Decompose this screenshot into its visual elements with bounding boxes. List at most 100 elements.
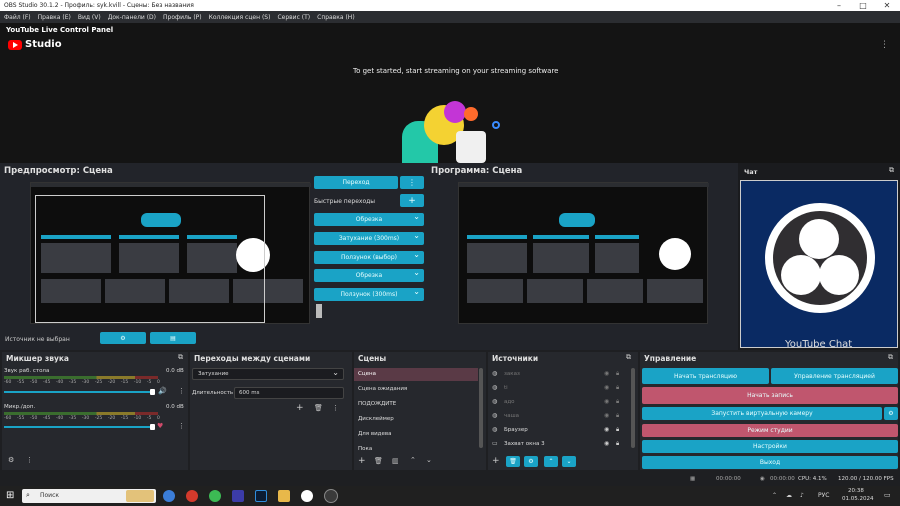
source-item[interactable]: Браузер xyxy=(504,427,528,433)
start-stream-button[interactable]: Начать трансляцию xyxy=(642,368,769,384)
vpn-icon[interactable] xyxy=(232,490,244,502)
menu-docks[interactable]: Док-панели (D) xyxy=(108,14,156,21)
yandex-browser-icon[interactable] xyxy=(301,490,313,502)
controls-float-icon[interactable]: ⧉ xyxy=(888,354,893,361)
source-down-icon[interactable]: ⌄ xyxy=(562,456,576,467)
lock-icon[interactable]: 🔒︎ xyxy=(616,427,619,433)
scene-item-selected[interactable]: Сцена xyxy=(354,368,478,381)
quick-transition-4[interactable]: Обрезка xyxy=(314,268,424,282)
sources-scrollbar[interactable] xyxy=(631,368,635,448)
scene-item[interactable]: Сцена ожидания xyxy=(358,386,407,392)
eye-icon[interactable]: ◉ xyxy=(604,371,609,377)
network-icon[interactable]: ☁ xyxy=(786,492,792,499)
minimize-icon[interactable]: – xyxy=(828,0,850,11)
menu-tools[interactable]: Сервис (T) xyxy=(277,14,310,21)
eye-icon[interactable]: ◉ xyxy=(604,441,609,447)
chrome-icon[interactable] xyxy=(209,490,221,502)
mixer-settings-icon[interactable]: ⚙ xyxy=(8,457,14,464)
lock-icon[interactable]: 🔒︎ xyxy=(616,413,619,419)
menu-view[interactable]: Вид (V) xyxy=(78,14,101,21)
filters-button[interactable]: ▤ xyxy=(150,332,196,344)
notifications-icon[interactable]: ▭ xyxy=(884,491,891,499)
source-item[interactable]: Захват окна 3 xyxy=(504,441,545,447)
transition-properties-icon[interactable]: ⋮ xyxy=(332,405,339,412)
lock-icon[interactable]: 🔒︎ xyxy=(616,371,619,377)
transition-button[interactable]: Переход xyxy=(314,176,398,189)
transition-menu-icon[interactable]: ⋮ xyxy=(400,176,424,189)
add-scene-icon[interactable]: + xyxy=(358,457,366,466)
speaker-icon[interactable]: 🔊 xyxy=(158,388,167,395)
move-up-icon[interactable]: ⌃ xyxy=(410,457,416,464)
maximize-icon[interactable]: □ xyxy=(852,0,874,11)
chat-view[interactable]: YouTube Chat xyxy=(740,180,898,348)
yt-panel-menu-icon[interactable]: ⋮ xyxy=(880,40,889,50)
close-icon[interactable]: ✕ xyxy=(876,0,898,11)
language-indicator[interactable]: РУС xyxy=(818,492,829,499)
remove-transition-icon[interactable]: 🗑 xyxy=(314,405,323,412)
source-up-icon[interactable]: ⌃ xyxy=(544,456,558,467)
obs-taskbar-icon[interactable] xyxy=(324,489,338,503)
menu-profile[interactable]: Профиль (P) xyxy=(163,14,202,21)
scene-item[interactable]: Для видева xyxy=(358,431,391,437)
quick-transition-1[interactable]: Обрезка xyxy=(314,212,424,226)
move-down-icon[interactable]: ⌄ xyxy=(426,457,432,464)
taskbar-search-input[interactable]: ⌕ Поиск xyxy=(22,489,156,503)
lock-icon[interactable]: 🔒︎ xyxy=(616,441,619,447)
scene-item[interactable]: ПОДОЖДИТЕ xyxy=(358,401,396,407)
scene-filters-icon[interactable]: ▥ xyxy=(392,458,399,465)
tray-chevron-icon[interactable]: ⌃ xyxy=(772,492,777,499)
photoshop-icon[interactable] xyxy=(255,490,267,502)
preview-canvas[interactable] xyxy=(30,182,311,324)
virtual-camera-settings-icon[interactable]: ⚙ xyxy=(884,407,898,420)
studio-mode-button[interactable]: Режим студии xyxy=(642,424,898,437)
exit-button[interactable]: Выход xyxy=(642,456,898,469)
add-transition-icon[interactable]: + xyxy=(296,404,304,413)
folder-icon[interactable] xyxy=(278,490,290,502)
menu-scene-collection[interactable]: Коллекция сцен (S) xyxy=(209,14,271,21)
edge-icon[interactable] xyxy=(163,490,175,502)
scenes-scrollbar[interactable] xyxy=(479,368,483,448)
manage-stream-button[interactable]: Управление трансляцией xyxy=(771,368,898,384)
lock-icon[interactable]: 🔒︎ xyxy=(616,399,619,405)
remove-scene-icon[interactable]: 🗑 xyxy=(374,458,383,465)
duration-input[interactable]: 600 ms xyxy=(234,387,344,399)
volume-icon[interactable]: ♪ xyxy=(800,492,804,499)
menu-file[interactable]: Файл (F) xyxy=(4,14,31,21)
add-quick-transition-icon[interactable]: + xyxy=(400,194,424,207)
add-source-icon[interactable]: + xyxy=(492,457,500,466)
eye-icon[interactable]: ◉ xyxy=(604,399,609,405)
tbar-slider[interactable] xyxy=(316,304,322,318)
yandex-icon[interactable] xyxy=(186,490,198,502)
mixer-channel-2-slider-handle[interactable] xyxy=(150,424,155,430)
source-properties-icon[interactable]: ⚙ xyxy=(524,456,538,467)
channel-2-menu-icon[interactable]: ⋮ xyxy=(178,423,185,430)
sources-float-icon[interactable]: ⧉ xyxy=(626,354,631,361)
mixer-menu-icon[interactable]: ⋮ xyxy=(26,457,33,464)
start-record-button[interactable]: Начать запись xyxy=(642,387,898,404)
mixer-float-icon[interactable]: ⧉ xyxy=(178,354,183,361)
properties-button[interactable]: ⚙ xyxy=(100,332,146,344)
eye-icon[interactable]: ◉ xyxy=(604,427,609,433)
remove-source-icon[interactable]: 🗑 xyxy=(506,456,520,467)
taskbar-date[interactable]: 01.05.2024 xyxy=(842,496,874,502)
mixer-channel-1-slider-handle[interactable] xyxy=(150,389,155,395)
source-item[interactable]: чаша xyxy=(504,413,519,419)
lock-icon[interactable]: 🔒︎ xyxy=(616,385,619,391)
settings-button[interactable]: Настройки xyxy=(642,440,898,453)
menu-edit[interactable]: Правка (E) xyxy=(38,14,71,21)
source-item[interactable]: заказ xyxy=(504,371,520,377)
mixer-channel-2-volume-slider[interactable] xyxy=(4,426,154,428)
source-item[interactable]: адо xyxy=(504,399,515,405)
channel-1-menu-icon[interactable]: ⋮ xyxy=(178,388,185,395)
chat-float-icon[interactable]: ⧉ xyxy=(889,166,894,175)
quick-transition-3[interactable]: Ползунок (выбор) xyxy=(314,250,424,264)
scene-item[interactable]: Дисклеймер xyxy=(358,416,394,422)
scene-item[interactable]: Пока xyxy=(358,446,372,452)
windows-start-icon[interactable]: ⊞ xyxy=(6,490,14,501)
eye-icon[interactable]: ◉ xyxy=(604,385,609,391)
transition-select[interactable]: Затухание xyxy=(192,368,344,380)
mixer-channel-1-volume-slider[interactable] xyxy=(4,391,154,393)
virtual-camera-button[interactable]: Запустить виртуальную камеру xyxy=(642,407,882,420)
muted-mic-icon[interactable]: ♥ xyxy=(157,423,163,430)
source-item[interactable]: ti xyxy=(504,385,508,391)
